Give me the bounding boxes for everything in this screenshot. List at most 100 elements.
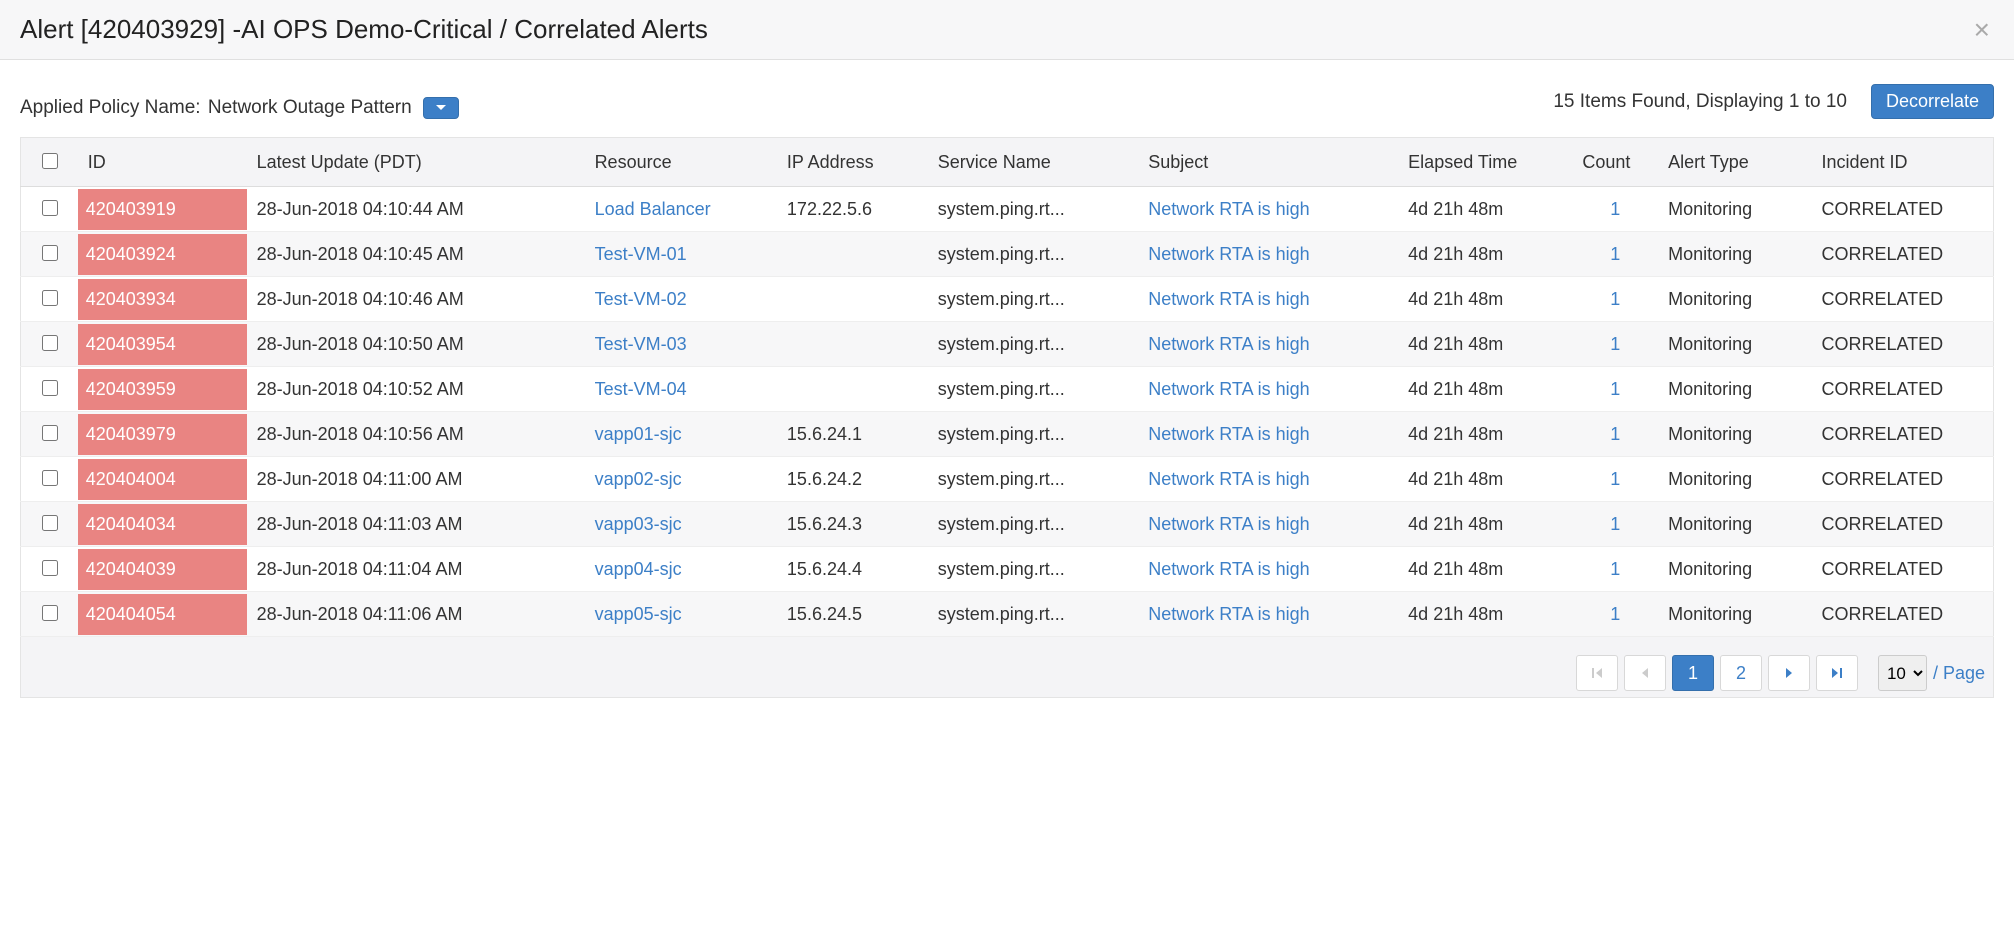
row-count[interactable]: 1 (1572, 367, 1658, 412)
count-link[interactable]: 1 (1582, 424, 1648, 445)
row-select-checkbox[interactable] (42, 605, 58, 621)
alert-id-chip[interactable]: 420403959 (78, 369, 247, 410)
row-count[interactable]: 1 (1572, 412, 1658, 457)
close-icon[interactable]: × (1974, 16, 1990, 44)
resource-link[interactable]: Test-VM-04 (595, 379, 687, 399)
subject-link[interactable]: Network RTA is high (1148, 199, 1309, 219)
alert-id-chip[interactable]: 420403924 (78, 234, 247, 275)
row-resource[interactable]: vapp03-sjc (585, 502, 777, 547)
decorrelate-button[interactable]: Decorrelate (1871, 84, 1994, 119)
col-header-subject[interactable]: Subject (1138, 138, 1398, 187)
col-header-latest[interactable]: Latest Update (PDT) (247, 138, 585, 187)
count-link[interactable]: 1 (1582, 379, 1648, 400)
select-all-checkbox[interactable] (42, 153, 58, 169)
col-header-resource[interactable]: Resource (585, 138, 777, 187)
policy-dropdown-button[interactable] (423, 97, 459, 119)
resource-link[interactable]: Load Balancer (595, 199, 711, 219)
alert-id-chip[interactable]: 420404039 (78, 549, 247, 590)
count-link[interactable]: 1 (1582, 514, 1648, 535)
subject-link[interactable]: Network RTA is high (1148, 424, 1309, 444)
row-count[interactable]: 1 (1572, 592, 1658, 637)
row-resource[interactable]: vapp05-sjc (585, 592, 777, 637)
row-count[interactable]: 1 (1572, 187, 1658, 232)
row-subject[interactable]: Network RTA is high (1138, 592, 1398, 637)
resource-link[interactable]: Test-VM-03 (595, 334, 687, 354)
row-count[interactable]: 1 (1572, 232, 1658, 277)
row-select-checkbox[interactable] (42, 470, 58, 486)
count-link[interactable]: 1 (1582, 469, 1648, 490)
resource-link[interactable]: Test-VM-02 (595, 289, 687, 309)
row-select-checkbox[interactable] (42, 560, 58, 576)
row-resource[interactable]: Test-VM-01 (585, 232, 777, 277)
resource-link[interactable]: vapp05-sjc (595, 604, 682, 624)
col-header-elapsed[interactable]: Elapsed Time (1398, 138, 1572, 187)
row-subject[interactable]: Network RTA is high (1138, 277, 1398, 322)
row-count[interactable]: 1 (1572, 322, 1658, 367)
first-page-button[interactable] (1576, 655, 1618, 691)
row-subject[interactable]: Network RTA is high (1138, 232, 1398, 277)
row-resource[interactable]: Test-VM-02 (585, 277, 777, 322)
count-link[interactable]: 1 (1582, 604, 1648, 625)
page-number-button[interactable]: 1 (1672, 655, 1714, 691)
count-link[interactable]: 1 (1582, 289, 1648, 310)
count-link[interactable]: 1 (1582, 334, 1648, 355)
subject-link[interactable]: Network RTA is high (1148, 289, 1309, 309)
subject-link[interactable]: Network RTA is high (1148, 514, 1309, 534)
alert-id-chip[interactable]: 420403934 (78, 279, 247, 320)
next-page-button[interactable] (1768, 655, 1810, 691)
subject-link[interactable]: Network RTA is high (1148, 559, 1309, 579)
row-resource[interactable]: vapp02-sjc (585, 457, 777, 502)
row-subject[interactable]: Network RTA is high (1138, 457, 1398, 502)
row-subject[interactable]: Network RTA is high (1138, 367, 1398, 412)
row-count[interactable]: 1 (1572, 457, 1658, 502)
col-header-service[interactable]: Service Name (928, 138, 1139, 187)
alert-id-chip[interactable]: 420403954 (78, 324, 247, 365)
row-select-checkbox[interactable] (42, 290, 58, 306)
row-subject[interactable]: Network RTA is high (1138, 322, 1398, 367)
last-page-button[interactable] (1816, 655, 1858, 691)
row-select-checkbox[interactable] (42, 200, 58, 216)
page-number-button[interactable]: 2 (1720, 655, 1762, 691)
col-header-incident[interactable]: Incident ID (1811, 138, 1993, 187)
resource-link[interactable]: vapp03-sjc (595, 514, 682, 534)
count-link[interactable]: 1 (1582, 199, 1648, 220)
row-resource[interactable]: Test-VM-04 (585, 367, 777, 412)
col-header-count[interactable]: Count (1572, 138, 1658, 187)
row-subject[interactable]: Network RTA is high (1138, 502, 1398, 547)
page-size-select[interactable]: 10 (1878, 655, 1927, 691)
subject-link[interactable]: Network RTA is high (1148, 379, 1309, 399)
col-header-type[interactable]: Alert Type (1658, 138, 1811, 187)
subject-link[interactable]: Network RTA is high (1148, 469, 1309, 489)
row-subject[interactable]: Network RTA is high (1138, 547, 1398, 592)
row-resource[interactable]: Test-VM-03 (585, 322, 777, 367)
row-resource[interactable]: vapp01-sjc (585, 412, 777, 457)
row-resource[interactable]: vapp04-sjc (585, 547, 777, 592)
col-header-ip[interactable]: IP Address (777, 138, 928, 187)
count-link[interactable]: 1 (1582, 559, 1648, 580)
row-subject[interactable]: Network RTA is high (1138, 412, 1398, 457)
row-count[interactable]: 1 (1572, 547, 1658, 592)
resource-link[interactable]: Test-VM-01 (595, 244, 687, 264)
prev-page-button[interactable] (1624, 655, 1666, 691)
subject-link[interactable]: Network RTA is high (1148, 604, 1309, 624)
row-select-checkbox[interactable] (42, 425, 58, 441)
col-header-id[interactable]: ID (78, 138, 247, 187)
alert-id-chip[interactable]: 420404004 (78, 459, 247, 500)
resource-link[interactable]: vapp04-sjc (595, 559, 682, 579)
row-count[interactable]: 1 (1572, 277, 1658, 322)
row-select-checkbox[interactable] (42, 380, 58, 396)
row-subject[interactable]: Network RTA is high (1138, 187, 1398, 232)
row-select-checkbox[interactable] (42, 515, 58, 531)
alert-id-chip[interactable]: 420403919 (78, 189, 247, 230)
subject-link[interactable]: Network RTA is high (1148, 334, 1309, 354)
subject-link[interactable]: Network RTA is high (1148, 244, 1309, 264)
count-link[interactable]: 1 (1582, 244, 1648, 265)
alert-id-chip[interactable]: 420404034 (78, 504, 247, 545)
row-select-checkbox[interactable] (42, 245, 58, 261)
row-resource[interactable]: Load Balancer (585, 187, 777, 232)
row-count[interactable]: 1 (1572, 502, 1658, 547)
resource-link[interactable]: vapp01-sjc (595, 424, 682, 444)
alert-id-chip[interactable]: 420404054 (78, 594, 247, 635)
alert-id-chip[interactable]: 420403979 (78, 414, 247, 455)
row-select-checkbox[interactable] (42, 335, 58, 351)
